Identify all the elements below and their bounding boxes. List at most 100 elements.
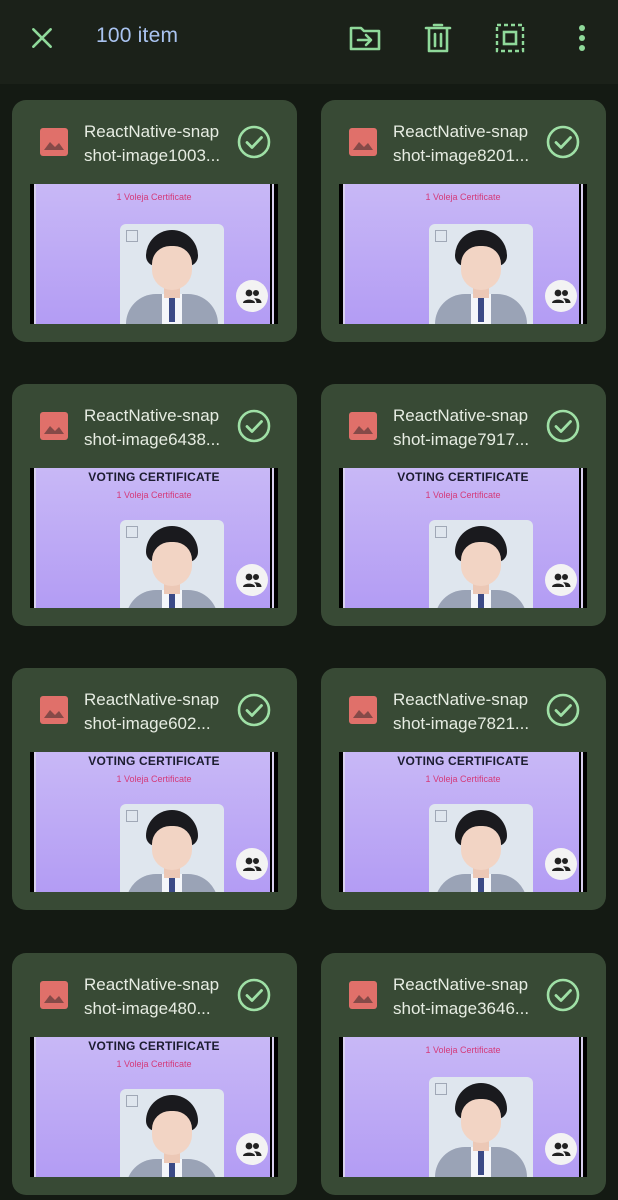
- people-icon: [243, 1142, 262, 1156]
- image-file-icon: [349, 696, 377, 724]
- file-thumbnail: VOTING CERTIFICATE 1 Voleja Certificate: [30, 752, 278, 892]
- file-card[interactable]: ReactNative-snap shot-image480... VOTING…: [12, 953, 297, 1195]
- portrait-photo: [120, 224, 224, 324]
- close-selection-button[interactable]: [22, 20, 62, 56]
- file-thumbnail: 1 Voleja Certificate: [30, 184, 278, 324]
- selection-check-button[interactable]: [236, 692, 272, 728]
- select-all-button[interactable]: [490, 18, 530, 58]
- image-file-icon: [40, 128, 68, 156]
- file-card[interactable]: ReactNative-snap shot-image7917... VOTIN…: [321, 384, 606, 626]
- selection-check-button[interactable]: [236, 124, 272, 160]
- certificate-heading: VOTING CERTIFICATE: [397, 754, 529, 768]
- file-name-line-1: ReactNative-snap: [393, 975, 529, 994]
- file-name-line-2: shot-image8201...: [393, 146, 530, 165]
- check-circle-icon: [546, 978, 580, 1012]
- file-card[interactable]: ReactNative-snap shot-image8201... 1 Vol…: [321, 100, 606, 342]
- portrait-photo: [120, 1089, 224, 1177]
- selected-count: 100 item: [96, 24, 179, 47]
- certificate-heading: VOTING CERTIFICATE: [88, 1039, 220, 1053]
- file-thumbnail: VOTING CERTIFICATE 1 Voleja Certificate: [339, 468, 587, 608]
- selection-toolbar: 100 item: [0, 0, 618, 84]
- file-thumbnail: 1 Voleja Certificate: [339, 1037, 587, 1177]
- move-to-folder-button[interactable]: [345, 18, 385, 58]
- delete-button[interactable]: [418, 18, 458, 58]
- certificate-heading: VOTING CERTIFICATE: [397, 470, 529, 484]
- selection-check-button[interactable]: [545, 692, 581, 728]
- certificate-subtitle: 1 Voleja Certificate: [116, 490, 192, 500]
- image-file-icon: [40, 412, 68, 440]
- file-name: ReactNative-snap shot-image602...: [84, 688, 234, 736]
- file-name-line-2: shot-image7917...: [393, 430, 530, 449]
- file-card[interactable]: ReactNative-snap shot-image6438... VOTIN…: [12, 384, 297, 626]
- selection-check-button[interactable]: [236, 408, 272, 444]
- certificate-subtitle: 1 Voleja Certificate: [116, 1059, 192, 1069]
- file-name-line-1: ReactNative-snap: [84, 406, 220, 425]
- file-name-line-2: shot-image7821...: [393, 714, 530, 733]
- file-card[interactable]: ReactNative-snap shot-image3646... 1 Vol…: [321, 953, 606, 1195]
- shared-people-badge: [545, 564, 577, 596]
- check-circle-icon: [237, 693, 271, 727]
- certificate-subtitle: 1 Voleja Certificate: [425, 774, 501, 784]
- check-circle-icon: [237, 978, 271, 1012]
- file-name: ReactNative-snap shot-image6438...: [84, 404, 234, 452]
- portrait-photo: [120, 520, 224, 608]
- image-file-icon: [40, 696, 68, 724]
- certificate-subtitle: 1 Voleja Certificate: [425, 490, 501, 500]
- file-name-line-1: ReactNative-snap: [84, 690, 220, 709]
- certificate-subtitle: 1 Voleja Certificate: [116, 774, 192, 784]
- file-name: ReactNative-snap shot-image480...: [84, 973, 234, 1021]
- portrait-photo: [429, 804, 533, 892]
- file-name: ReactNative-snap shot-image3646...: [393, 973, 543, 1021]
- more-vert-icon: [579, 25, 585, 51]
- shared-people-badge: [545, 848, 577, 880]
- file-grid: ReactNative-snap shot-image1003... 1 Vol…: [0, 84, 618, 1200]
- file-thumbnail: VOTING CERTIFICATE 1 Voleja Certificate: [30, 468, 278, 608]
- portrait-photo: [429, 224, 533, 324]
- file-name-line-1: ReactNative-snap: [84, 122, 220, 141]
- more-options-button[interactable]: [562, 18, 602, 58]
- portrait-photo: [429, 1077, 533, 1177]
- check-circle-icon: [546, 693, 580, 727]
- people-icon: [243, 573, 262, 587]
- file-name-line-1: ReactNative-snap: [393, 690, 529, 709]
- shared-people-badge: [236, 280, 268, 312]
- image-file-icon: [349, 128, 377, 156]
- file-card[interactable]: ReactNative-snap shot-image7821... VOTIN…: [321, 668, 606, 910]
- portrait-photo: [120, 804, 224, 892]
- certificate-heading: VOTING CERTIFICATE: [88, 470, 220, 484]
- certificate-subtitle: 1 Voleja Certificate: [116, 192, 192, 202]
- portrait-photo: [429, 520, 533, 608]
- delete-icon: [424, 23, 452, 53]
- file-name: ReactNative-snap shot-image1003...: [84, 120, 234, 168]
- image-file-icon: [40, 981, 68, 1009]
- certificate-subtitle: 1 Voleja Certificate: [425, 192, 501, 202]
- people-icon: [243, 289, 262, 303]
- shared-people-badge: [236, 848, 268, 880]
- people-icon: [552, 1142, 571, 1156]
- file-name-line-1: ReactNative-snap: [393, 122, 529, 141]
- file-name-line-2: shot-image3646...: [393, 999, 530, 1018]
- file-name-line-1: ReactNative-snap: [393, 406, 529, 425]
- shared-people-badge: [545, 280, 577, 312]
- check-circle-icon: [546, 125, 580, 159]
- shared-people-badge: [236, 564, 268, 596]
- image-file-icon: [349, 412, 377, 440]
- people-icon: [243, 857, 262, 871]
- selection-check-button[interactable]: [545, 408, 581, 444]
- people-icon: [552, 573, 571, 587]
- file-name-line-2: shot-image6438...: [84, 430, 221, 449]
- file-thumbnail: VOTING CERTIFICATE 1 Voleja Certificate: [339, 752, 587, 892]
- selection-check-button[interactable]: [236, 977, 272, 1013]
- certificate-heading: VOTING CERTIFICATE: [88, 754, 220, 768]
- file-card[interactable]: ReactNative-snap shot-image1003... 1 Vol…: [12, 100, 297, 342]
- check-circle-icon: [237, 125, 271, 159]
- selection-check-button[interactable]: [545, 124, 581, 160]
- certificate-subtitle: 1 Voleja Certificate: [425, 1045, 501, 1055]
- shared-people-badge: [236, 1133, 268, 1165]
- selection-check-button[interactable]: [545, 977, 581, 1013]
- file-name-line-2: shot-image1003...: [84, 146, 221, 165]
- file-card[interactable]: ReactNative-snap shot-image602... VOTING…: [12, 668, 297, 910]
- file-name-line-2: shot-image480...: [84, 999, 211, 1018]
- file-name: ReactNative-snap shot-image7821...: [393, 688, 543, 736]
- file-thumbnail: VOTING CERTIFICATE 1 Voleja Certificate: [30, 1037, 278, 1177]
